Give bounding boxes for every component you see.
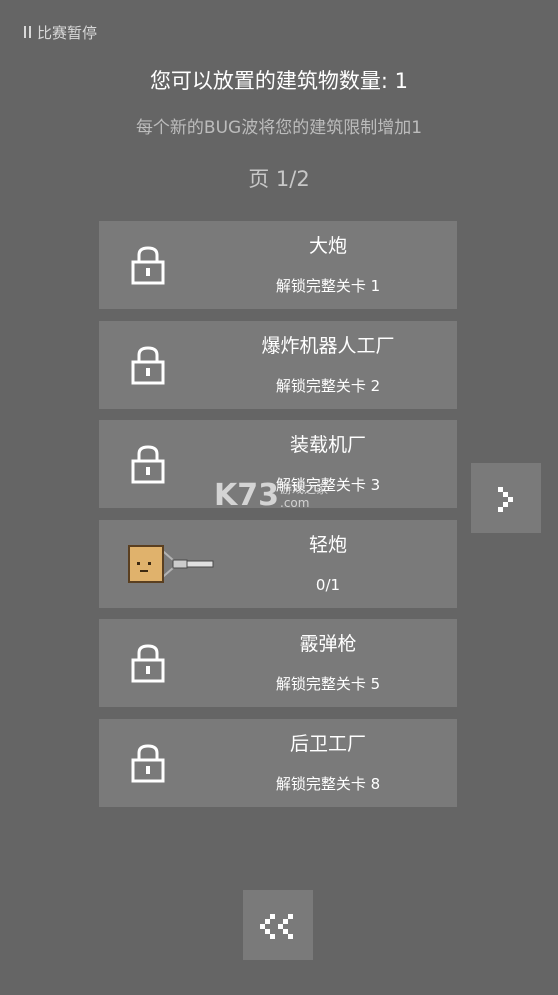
unlock-requirement: 解锁完整关卡 1 (275, 277, 381, 295)
unlock-requirement: 解锁完整关卡 5 (275, 675, 381, 693)
pause-label: 比赛暂停 (37, 23, 98, 42)
building-limit-hint: 每个新的BUG波将您的建筑限制增加1 (135, 118, 423, 138)
building-card-loader-factory[interactable]: 装载机厂 解锁完整关卡 3 (99, 420, 457, 508)
lock-icon (131, 246, 165, 285)
unlock-requirement: 解锁完整关卡 8 (275, 775, 381, 793)
lock-icon (131, 744, 165, 783)
lock-icon (131, 346, 165, 385)
building-name: 爆炸机器人工厂 (261, 335, 395, 357)
lock-icon (131, 445, 165, 484)
lock-icon (131, 644, 165, 683)
unlock-requirement: 解锁完整关卡 2 (275, 377, 381, 395)
double-chevron-left-icon (260, 914, 293, 939)
back-button[interactable] (243, 890, 313, 960)
unlock-requirement: 解锁完整关卡 3 (275, 476, 381, 494)
next-page-button[interactable] (471, 463, 541, 533)
building-name: 轻炮 (308, 534, 347, 556)
chevron-right-icon (498, 487, 513, 512)
pause-button[interactable]: 比赛暂停 (24, 20, 97, 44)
page-indicator: 页 1/2 (248, 167, 310, 191)
placement-count: 0/1 (315, 576, 341, 594)
building-name: 后卫工厂 (289, 733, 366, 755)
building-card-cannon[interactable]: 大炮 解锁完整关卡 1 (99, 221, 457, 309)
building-limit-title: 您可以放置的建筑物数量: 1 (149, 69, 409, 93)
building-card-explosive-robot-factory[interactable]: 爆炸机器人工厂 解锁完整关卡 2 (99, 321, 457, 409)
building-name: 大炮 (308, 235, 347, 257)
building-card-shotgun[interactable]: 霰弹枪 解锁完整关卡 5 (99, 619, 457, 707)
building-card-light-cannon[interactable]: 轻炮 0/1 (99, 520, 457, 608)
building-card-guard-factory[interactable]: 后卫工厂 解锁完整关卡 8 (99, 719, 457, 807)
building-name: 霰弹枪 (299, 633, 357, 655)
pause-icon (24, 25, 31, 39)
building-name: 装载机厂 (289, 434, 366, 456)
